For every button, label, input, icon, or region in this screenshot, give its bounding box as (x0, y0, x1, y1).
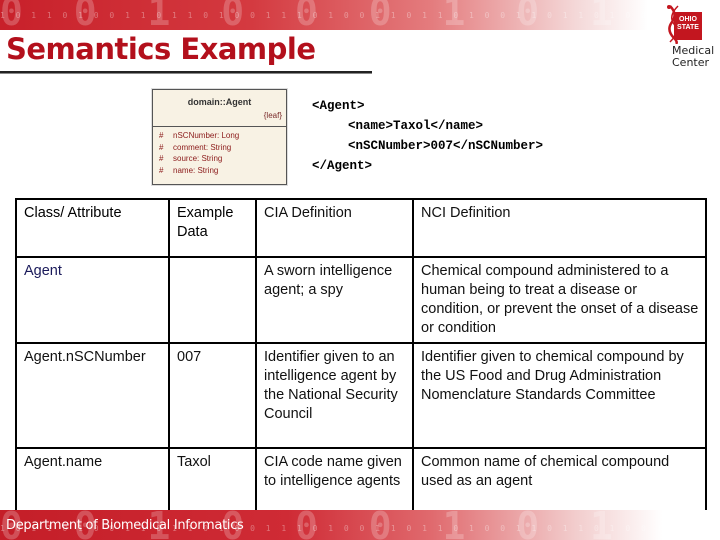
attribute-text: comment: String (173, 142, 232, 152)
attribute-text: name: String (173, 165, 219, 175)
logo-state: STATE (677, 24, 699, 31)
cell-nci: Chemical compound administered to a huma… (412, 256, 707, 344)
cell-cia: Identifier given to an intelligence agen… (255, 342, 414, 449)
cell-example: 007 (168, 342, 257, 449)
xml-line: <nSCNumber>007</nSCNumber> (348, 139, 544, 153)
visibility-marker: # (159, 142, 164, 152)
xml-line: </Agent> (312, 159, 373, 173)
uml-attribute: # name: String (159, 165, 286, 177)
visibility-marker: # (159, 165, 164, 175)
table-row: Agent.nSCNumber 007 Identifier given to … (15, 342, 707, 449)
cell-nci: Identifier given to chemical compound by… (412, 342, 707, 449)
xml-line: <name>Taxol</name> (348, 119, 484, 133)
cell-example: Taxol (168, 447, 257, 513)
uml-class-header: domain::Agent {leaf} (153, 90, 286, 127)
visibility-marker: # (159, 154, 164, 163)
title-underline (0, 71, 372, 74)
cell-cia: CIA code name given to intelligence agen… (255, 447, 414, 513)
header-class-attribute: Class/ Attribute (15, 198, 170, 258)
cell-nci: Common name of chemical compound used as… (412, 447, 707, 513)
page-title: Semantics Example (6, 32, 316, 66)
cell-cia: A sworn intelligence agent; a spy (255, 256, 414, 344)
uml-attribute-list: # nSCNumber: Long # comment: String # sourc… (153, 127, 286, 176)
footer-banner: 0 0 1 0 0 0 1 0 1 0 1 0 1 0 1 1 0 1 0 0 … (0, 510, 720, 540)
cell-attribute: Agent.nSCNumber (15, 342, 170, 449)
table-header-row: Class/ Attribute Example Data CIA Defini… (15, 198, 707, 258)
visibility-marker: # (159, 131, 164, 140)
cell-attribute: Agent (15, 256, 170, 344)
attribute-text: nSCNumber: Long (173, 131, 240, 140)
header-nci-definition: NCI Definition (412, 198, 707, 258)
header-cia-definition: CIA Definition (255, 198, 414, 258)
header-banner: 0 0 1 0 0 0 1 0 1 0 1 0 1 0 1 1 0 1 0 0 … (0, 0, 720, 30)
definitions-table: Class/ Attribute Example Data CIA Defini… (15, 198, 707, 513)
ohio-state-wordmark: OHIO STATE (674, 12, 702, 40)
table-row: Agent.name Taxol CIA code name given to … (15, 447, 707, 513)
table-row: Agent A sworn intelligence agent; a spy … (15, 256, 707, 344)
logo-ohio: OHIO (679, 16, 697, 23)
footer-department-name: Department of Biomedical Informatics (6, 518, 244, 533)
xml-line: <Agent> (312, 99, 365, 113)
uml-attribute: # source: String (159, 153, 286, 165)
uml-attribute: # nSCNumber: Long (159, 130, 286, 142)
banner-binary-strip: 1 0 1 1 0 1 0 0 1 1 0 1 1 0 1 0 0 1 1 1 … (0, 11, 720, 20)
uml-attribute: # comment: String (159, 142, 286, 154)
logo-caption: Medical Center (672, 45, 714, 69)
attribute-text: source: String (173, 154, 223, 163)
logo-center: Center (672, 56, 710, 69)
uml-class-diagram: domain::Agent {leaf} # nSCNumber: Long # c… (152, 89, 287, 185)
header-example-data: Example Data (168, 198, 257, 258)
cell-example (168, 256, 257, 344)
osu-medical-center-logo: OHIO STATE Medical Center (652, 4, 716, 69)
cell-attribute: Agent.name (15, 447, 170, 513)
uml-stereotype: {leaf} (263, 111, 282, 120)
xml-example: <Agent> <name>Taxol</name> <nSCNumber>00… (312, 96, 543, 176)
uml-class-name: domain::Agent (187, 97, 252, 107)
